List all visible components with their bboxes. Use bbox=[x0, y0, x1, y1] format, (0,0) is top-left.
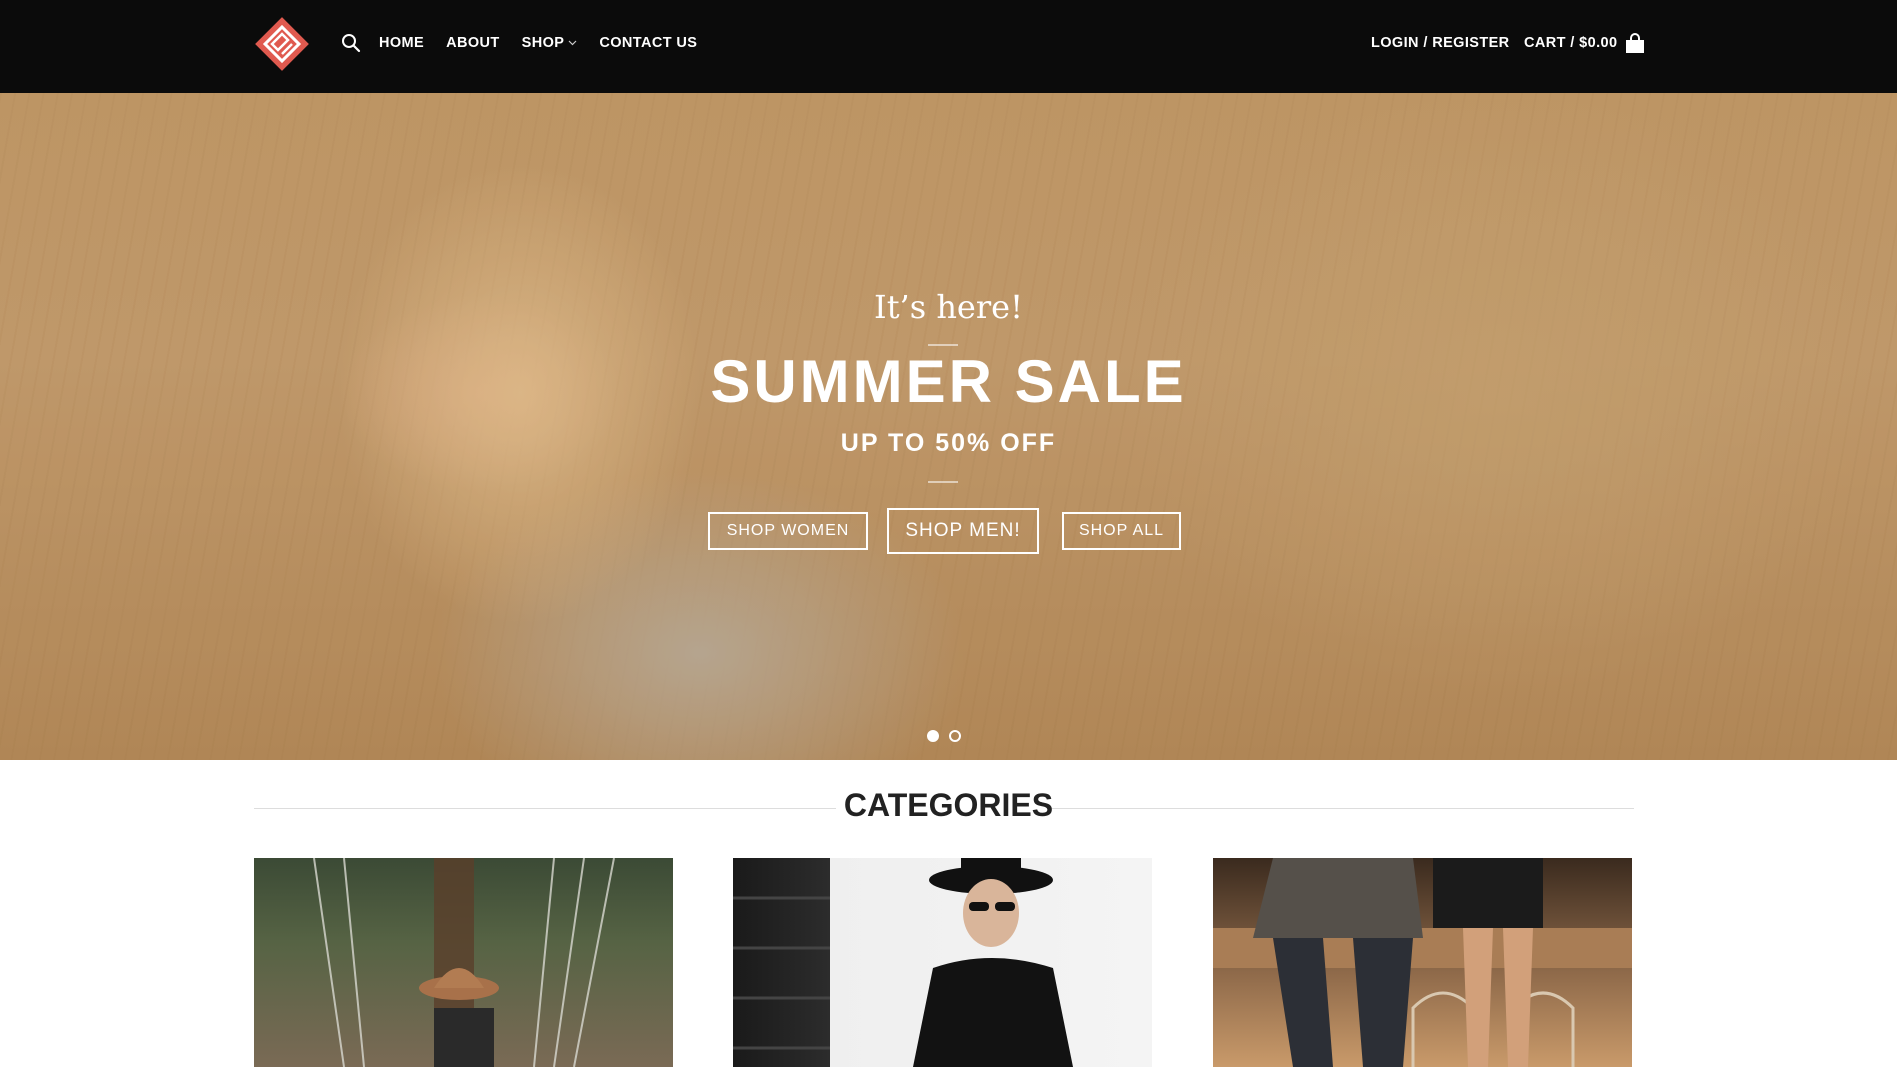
shop-all-button[interactable]: SHOP ALL bbox=[1062, 512, 1181, 550]
hero-content: It’s here! SUMMER SALE UP TO 50% OFF SHO… bbox=[0, 93, 1897, 760]
hero-divider-bottom bbox=[928, 481, 958, 483]
shop-women-button[interactable]: SHOP WOMEN bbox=[708, 512, 868, 550]
nav-shop-label: SHOP bbox=[521, 35, 565, 51]
hero-banner: It’s here! SUMMER SALE UP TO 50% OFF SHO… bbox=[0, 93, 1897, 760]
main-nav: HOME ABOUT SHOP CONTACT US bbox=[341, 32, 719, 54]
category-image-3 bbox=[1213, 858, 1632, 1067]
cart-link[interactable]: CART / $0.00 bbox=[1524, 32, 1646, 54]
slider-dot-2[interactable] bbox=[949, 730, 961, 742]
nav-home[interactable]: HOME bbox=[379, 35, 424, 51]
cart-label: CART / $0.00 bbox=[1524, 35, 1618, 51]
hero-tagline: It’s here! bbox=[874, 288, 1023, 326]
shopping-bag-icon bbox=[1626, 33, 1645, 53]
category-image-1 bbox=[313, 858, 615, 1067]
search-icon[interactable] bbox=[341, 33, 361, 53]
shop-women-label: SHOP WOMEN bbox=[726, 522, 850, 539]
slider-dot-1[interactable] bbox=[927, 730, 939, 742]
shop-men-button[interactable]: SHOP MEN! bbox=[887, 508, 1039, 554]
category-card-2[interactable] bbox=[733, 858, 1152, 1067]
nav-about-label: ABOUT bbox=[446, 35, 500, 51]
category-card-3[interactable] bbox=[1213, 858, 1632, 1067]
login-register-label: LOGIN / REGISTER bbox=[1371, 35, 1510, 51]
login-register-link[interactable]: LOGIN / REGISTER bbox=[1371, 32, 1510, 54]
nav-shop[interactable]: SHOP bbox=[522, 35, 578, 51]
category-image-2 bbox=[733, 858, 1073, 1067]
site-header: HOME ABOUT SHOP CONTACT US LOGIN / REGIS… bbox=[0, 0, 1897, 93]
hero-divider-top bbox=[928, 344, 958, 346]
shop-men-label: SHOP MEN! bbox=[905, 520, 1021, 541]
nav-contact-label: CONTACT US bbox=[599, 35, 698, 51]
categories-heading: CATEGORIES bbox=[843, 787, 1054, 823]
nav-contact[interactable]: CONTACT US bbox=[599, 35, 697, 51]
chevron-down-icon bbox=[568, 40, 577, 46]
nav-home-label: HOME bbox=[379, 35, 425, 51]
hero-title: SUMMER SALE bbox=[710, 348, 1187, 415]
category-card-1[interactable] bbox=[254, 858, 673, 1067]
brand-logo-icon[interactable] bbox=[252, 14, 312, 74]
hero-subtitle: UP TO 50% OFF bbox=[840, 429, 1057, 457]
nav-about[interactable]: ABOUT bbox=[446, 35, 500, 51]
shop-all-label: SHOP ALL bbox=[1078, 522, 1165, 539]
